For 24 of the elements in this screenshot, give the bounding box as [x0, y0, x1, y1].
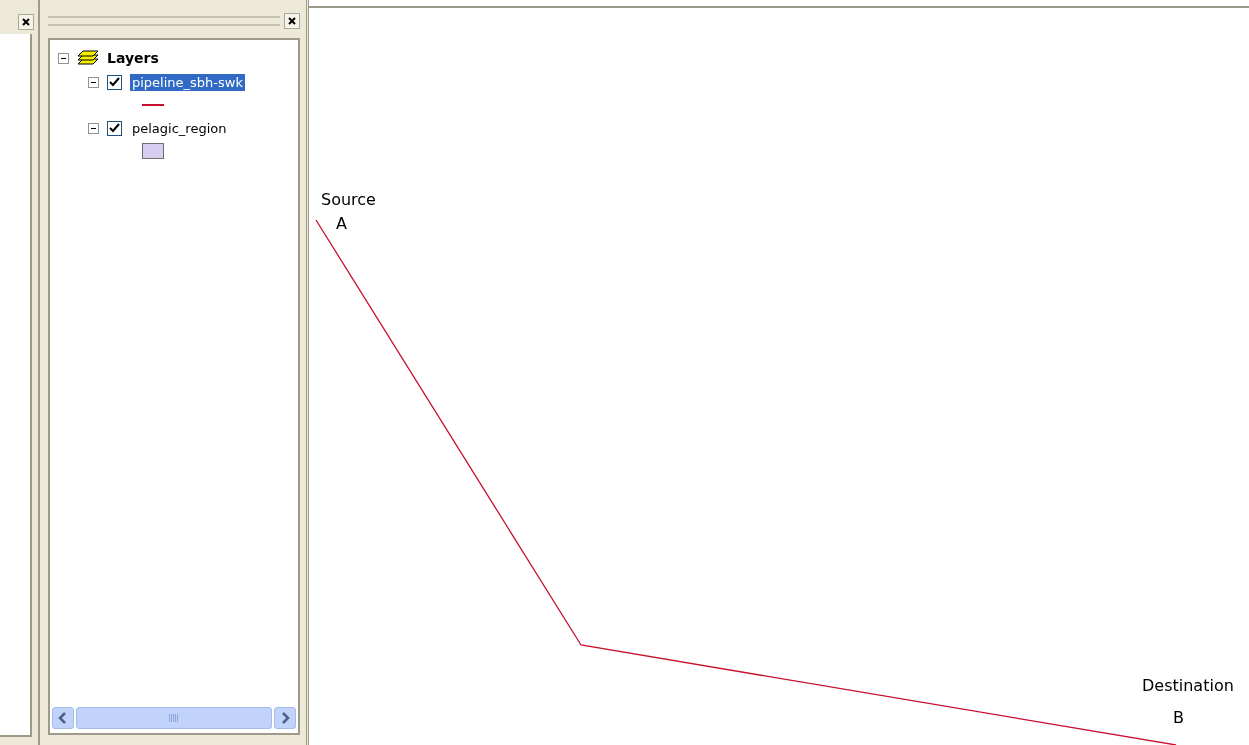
layer-checkbox[interactable] [107, 120, 122, 136]
scroll-right-button[interactable] [274, 707, 296, 729]
layers-title: Layers [107, 50, 159, 66]
checkmark-icon [109, 122, 120, 134]
layers-stack-icon [77, 49, 99, 67]
close-button[interactable] [18, 14, 34, 30]
layer-name[interactable]: pipeline_sbh-swk [130, 73, 245, 91]
map-label: B [1173, 708, 1184, 727]
close-icon [22, 18, 30, 26]
collapse-toggle[interactable] [88, 122, 99, 134]
panel-grip[interactable] [48, 16, 280, 26]
close-button[interactable] [284, 13, 300, 29]
map-label: Destination [1142, 676, 1234, 695]
layer-checkbox[interactable] [107, 74, 122, 90]
checkmark-icon [109, 76, 120, 88]
map-label: Source [321, 190, 376, 209]
layer-name[interactable]: pelagic_region [130, 119, 229, 137]
collapse-toggle[interactable] [88, 76, 99, 88]
map-label: A [336, 214, 347, 233]
scrollbar-thumb[interactable] [76, 707, 272, 729]
collapse-toggle[interactable] [58, 52, 69, 64]
scroll-left-button[interactable] [52, 707, 74, 729]
close-icon [288, 17, 296, 25]
grip-icon [169, 714, 179, 722]
